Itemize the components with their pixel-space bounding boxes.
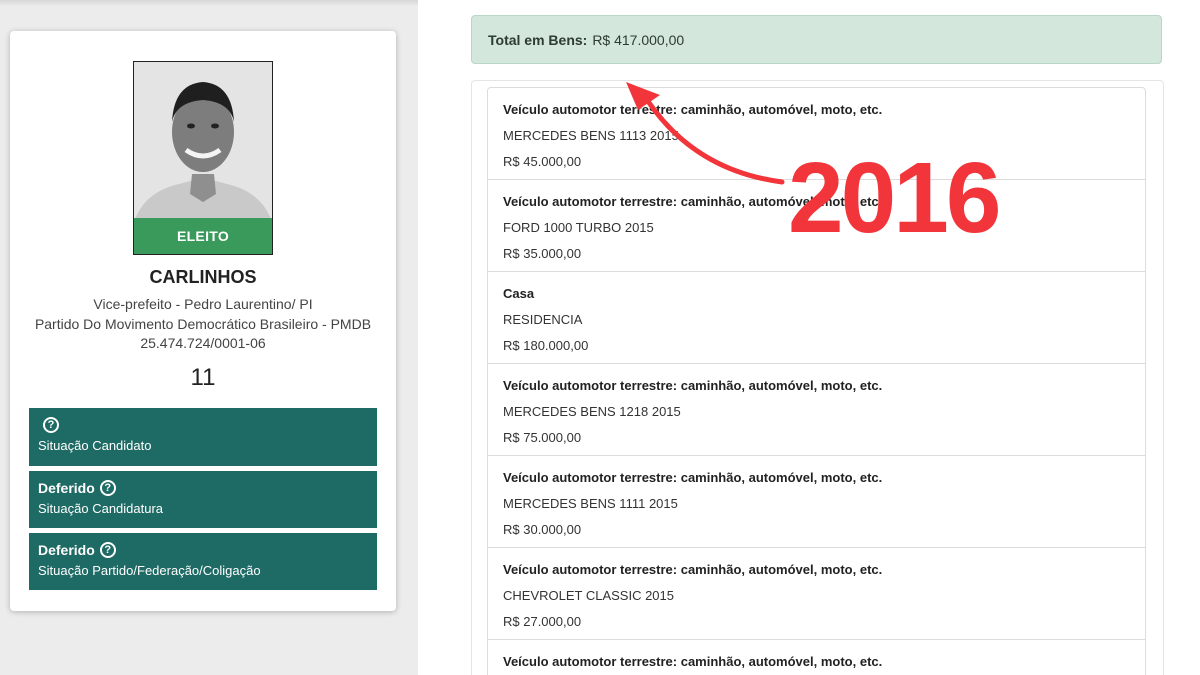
curved-arrow-icon [626, 82, 785, 185]
year-annotation: 2016 [788, 142, 1001, 254]
